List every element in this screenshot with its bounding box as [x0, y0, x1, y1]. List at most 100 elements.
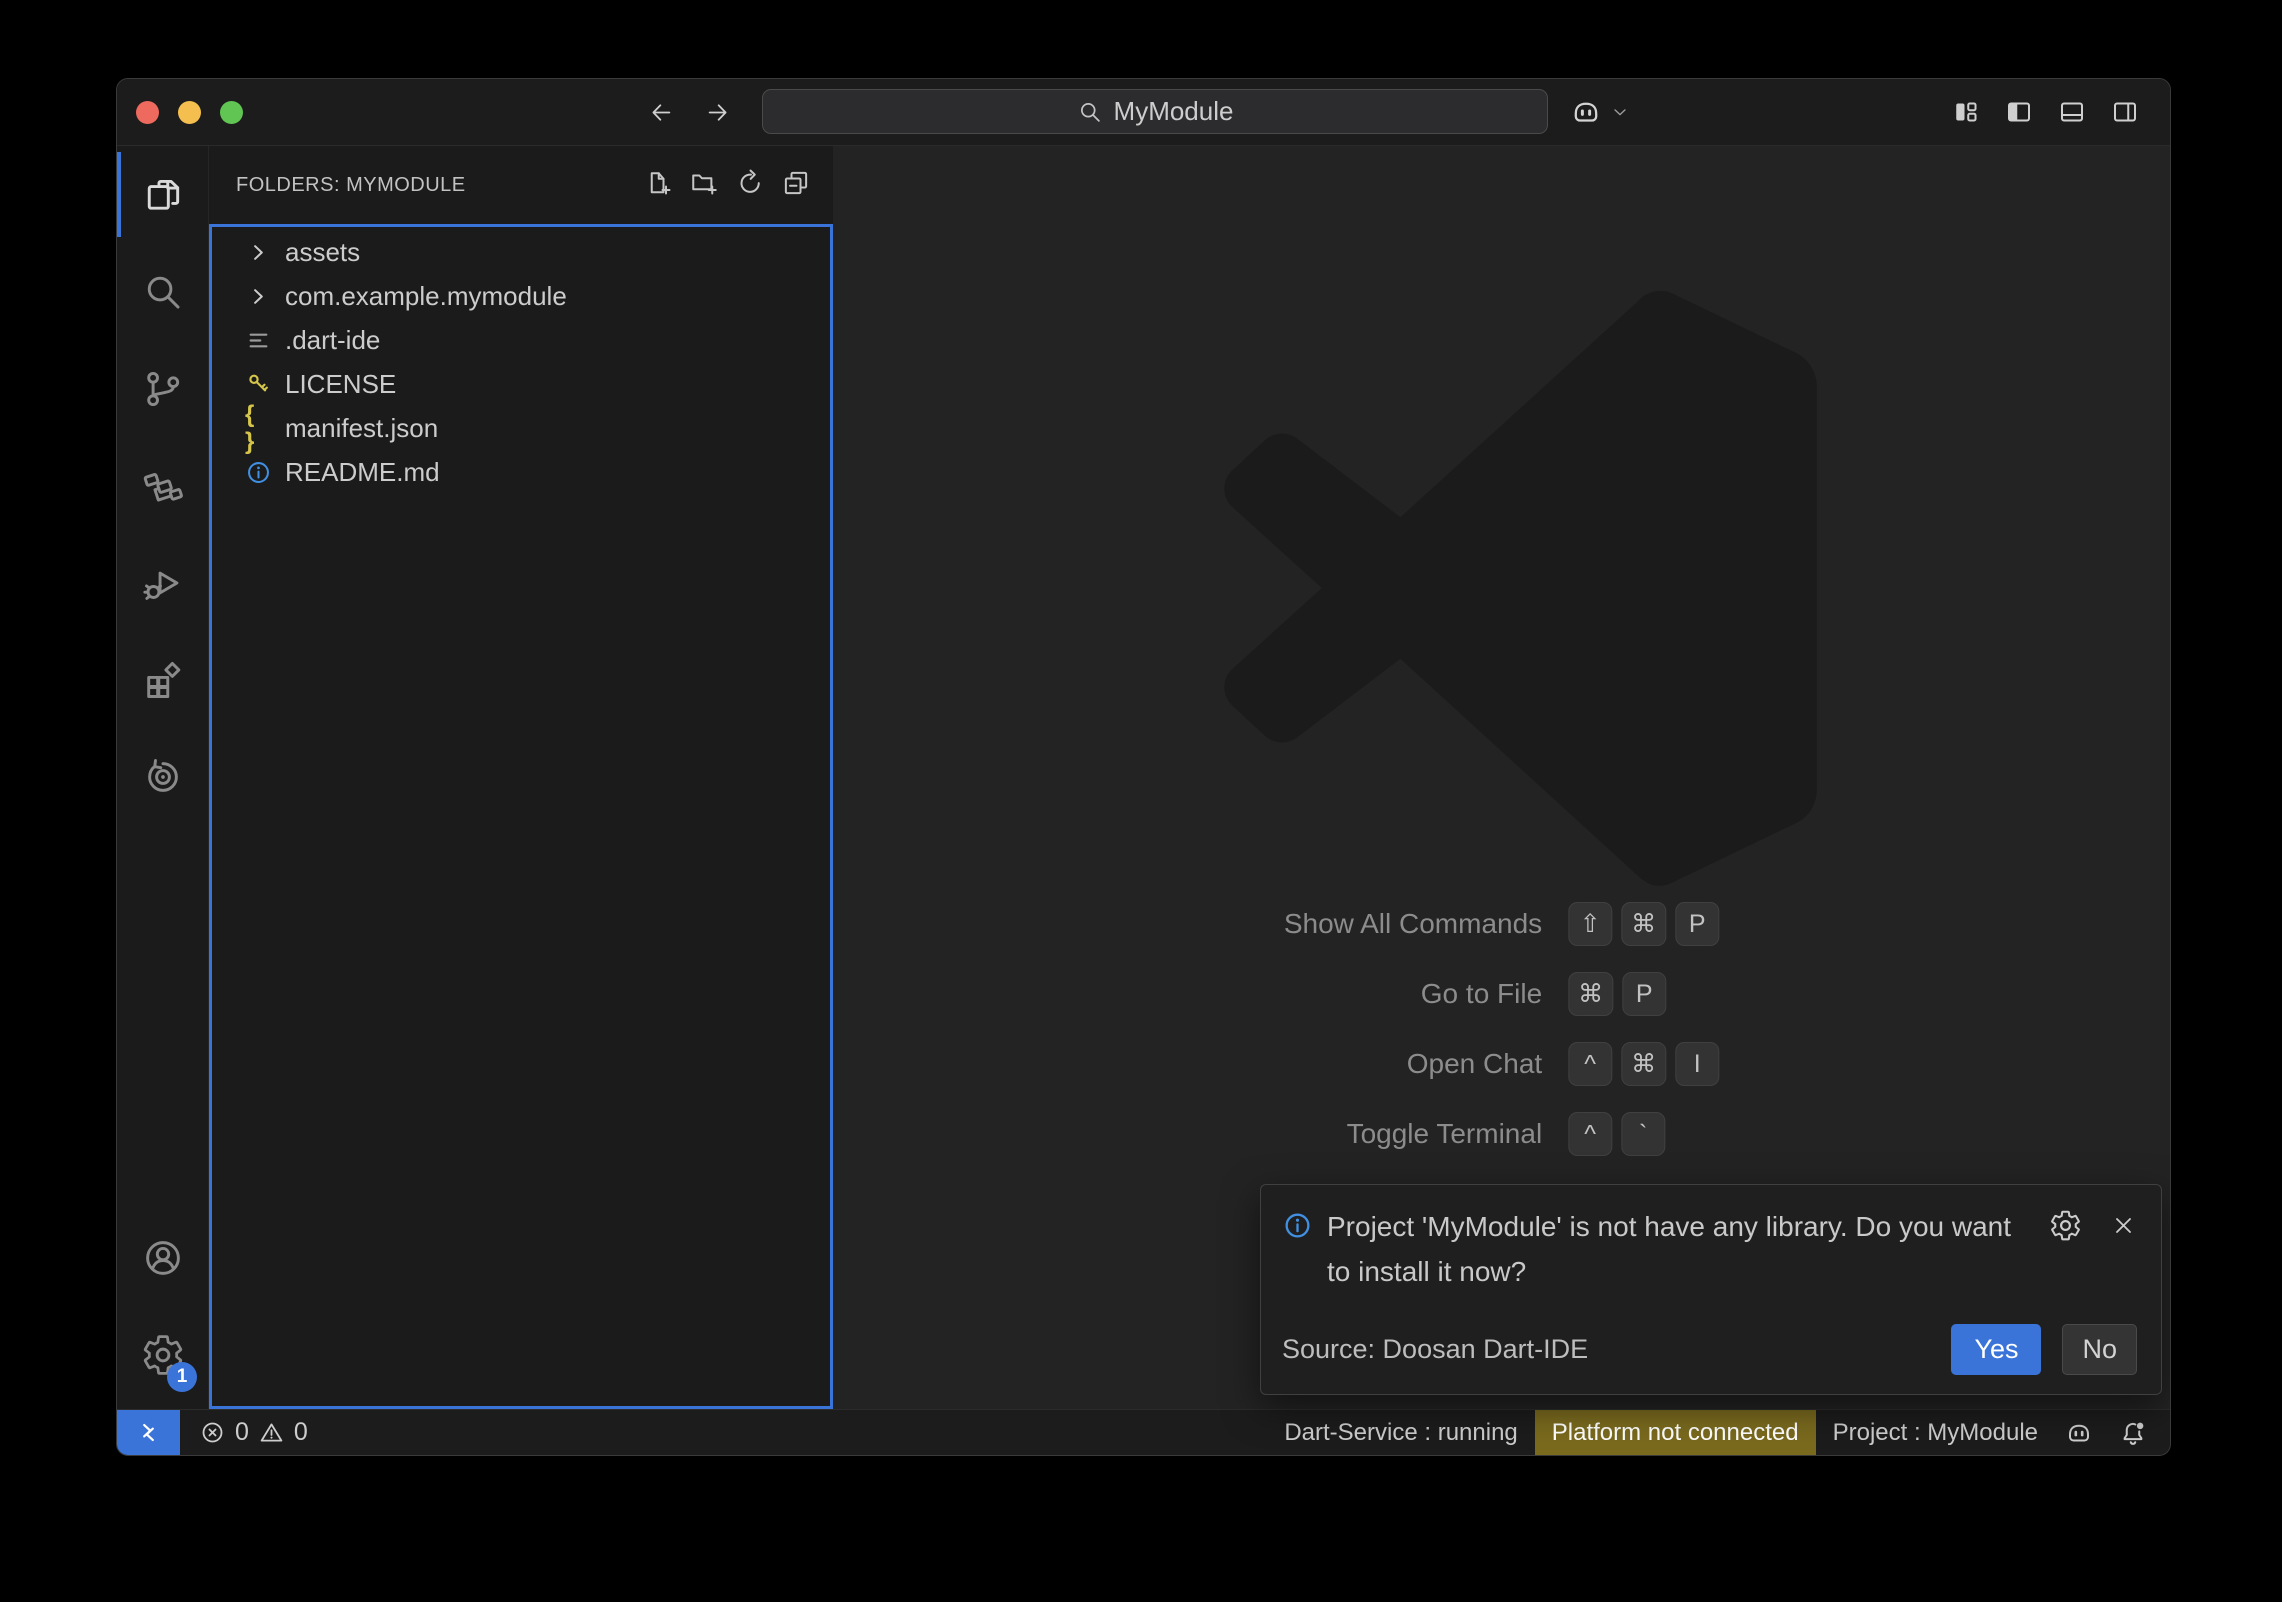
- notification-buttons: Yes No: [1951, 1324, 2137, 1375]
- activity-item-search[interactable]: [117, 243, 208, 340]
- notification-message: Project 'MyModule' is not have any libra…: [1327, 1204, 2035, 1294]
- remote-icon: [135, 1419, 162, 1446]
- info-icon: [245, 459, 272, 486]
- arrow-right-icon: [704, 99, 731, 126]
- no-button[interactable]: No: [2062, 1324, 2137, 1375]
- notification-source: Source: Doosan Dart-IDE: [1282, 1334, 1588, 1365]
- zoom-window-button[interactable]: [220, 101, 243, 124]
- toggle-secondary-sidebar-button[interactable]: [2108, 95, 2142, 129]
- keycap: ⌘: [1621, 902, 1666, 946]
- activity-bar-top: [117, 146, 208, 825]
- copilot-icon: [2064, 1418, 2094, 1448]
- tree-item-README.md[interactable]: README.md: [212, 450, 830, 494]
- arrow-left-icon: [648, 99, 675, 126]
- platform-status[interactable]: Platform not connected: [1535, 1410, 1816, 1455]
- new-folder-button[interactable]: [689, 168, 719, 203]
- customize-layout-button[interactable]: [1949, 95, 1983, 129]
- shortcut-keys: ⇧⌘P: [1568, 902, 1719, 946]
- files-icon: [141, 173, 185, 217]
- notification-toast: Project 'MyModule' is not have any libra…: [1260, 1184, 2162, 1395]
- yes-button[interactable]: Yes: [1951, 1324, 2041, 1375]
- toggle-panel-button[interactable]: [2055, 95, 2089, 129]
- command-center-title: MyModule: [1114, 96, 1234, 127]
- minimize-window-button[interactable]: [178, 101, 201, 124]
- refresh-icon: [735, 168, 765, 198]
- tree-item-label: .dart-ide: [285, 325, 380, 356]
- activity-item-explorer[interactable]: [117, 146, 208, 243]
- activity-item-run-and-debug[interactable]: [117, 534, 208, 631]
- toggle-primary-sidebar-button[interactable]: [2002, 95, 2036, 129]
- tree-item-com.example.mymodule[interactable]: com.example.mymodule: [212, 274, 830, 318]
- warning-count: 0: [294, 1418, 308, 1447]
- search-icon: [1077, 99, 1103, 125]
- command-center-search[interactable]: MyModule: [762, 89, 1548, 134]
- copilot-menu-button[interactable]: [1569, 94, 1630, 130]
- file-tree[interactable]: assets com.example.mymodule .dart-ide LICEN…: [209, 224, 833, 1409]
- error-icon: [199, 1419, 226, 1446]
- ide-window: MyModule 1 FOLDERS: MYMODULE assets com.e…: [116, 78, 2171, 1456]
- new-file-button[interactable]: [643, 168, 673, 203]
- keycap: P: [1675, 902, 1719, 946]
- status-bar-right: Dart-Service : runningPlatform not conne…: [1270, 1410, 2170, 1455]
- list-icon: [245, 327, 272, 354]
- activity-item-source-control[interactable]: [117, 340, 208, 437]
- keycap: P: [1622, 972, 1666, 1016]
- refresh-button[interactable]: [735, 168, 765, 203]
- account-icon: [141, 1236, 185, 1280]
- keycap: I: [1675, 1042, 1719, 1086]
- explorer-header: FOLDERS: MYMODULE: [209, 146, 833, 224]
- traffic-lights: [136, 101, 243, 124]
- editor-area: Show All Commands⇧⌘PGo to File⌘POpen Cha…: [833, 146, 2170, 1409]
- layout-controls: [1949, 95, 2142, 129]
- problems-indicator[interactable]: 0 0: [180, 1410, 327, 1455]
- keycap: ⌘: [1568, 972, 1613, 1016]
- keycap: ^: [1568, 1112, 1612, 1156]
- activity-bar: 1: [117, 146, 209, 1409]
- keycap: ⇧: [1568, 902, 1612, 946]
- key-icon: [245, 371, 272, 398]
- back-button[interactable]: [641, 92, 681, 132]
- tree-item-label: LICENSE: [285, 369, 396, 400]
- explorer-actions: [643, 168, 811, 203]
- tree-item-LICENSE[interactable]: LICENSE: [212, 362, 830, 406]
- remote-indicator[interactable]: [117, 1410, 180, 1455]
- dart-service-status[interactable]: Dart-Service : running: [1270, 1410, 1531, 1455]
- copilot-icon: [1569, 95, 1603, 129]
- forward-button[interactable]: [697, 92, 737, 132]
- panel-left-icon: [2004, 97, 2034, 127]
- activity-item-history[interactable]: [117, 728, 208, 825]
- keycap: ^: [1568, 1042, 1612, 1086]
- gear-icon[interactable]: [2049, 1209, 2082, 1242]
- collapse-all-button[interactable]: [781, 168, 811, 203]
- keycap: ⌘: [1621, 1042, 1666, 1086]
- chevron-down-icon: [1610, 102, 1630, 122]
- tree-item-label: manifest.json: [285, 413, 438, 444]
- tree-item-label: com.example.mymodule: [285, 281, 567, 312]
- copilot-status[interactable]: [2052, 1410, 2106, 1455]
- debug-icon: [141, 561, 185, 605]
- tree-item-manifest.json[interactable]: { }manifest.json: [212, 406, 830, 450]
- titlebar: MyModule: [117, 79, 2170, 146]
- tree-item-label: assets: [285, 237, 360, 268]
- activity-item-tasks[interactable]: [117, 437, 208, 534]
- bell-dot-icon: [2118, 1418, 2148, 1448]
- activity-item-settings[interactable]: 1: [117, 1306, 208, 1403]
- activity-item-accounts[interactable]: [117, 1209, 208, 1306]
- tree-item-.dart-ide[interactable]: .dart-ide: [212, 318, 830, 362]
- new-folder-icon: [689, 168, 719, 198]
- activity-item-extensions[interactable]: [117, 631, 208, 728]
- layout-icon: [1951, 97, 1981, 127]
- project-name[interactable]: Project : MyModule: [1819, 1410, 2052, 1455]
- shortcut-label: Toggle Terminal: [1347, 1118, 1543, 1150]
- close-window-button[interactable]: [136, 101, 159, 124]
- tree-item-assets[interactable]: assets: [212, 230, 830, 274]
- collapse-all-icon: [781, 168, 811, 198]
- extensions-icon: [141, 658, 185, 702]
- notifications-bell[interactable]: [2106, 1410, 2160, 1455]
- chevron-right-icon: [245, 283, 272, 310]
- workbench: 1 FOLDERS: MYMODULE assets com.example.my…: [117, 146, 2170, 1409]
- close-icon[interactable]: [2110, 1212, 2137, 1239]
- keyboard-shortcut-hints: Show All Commands⇧⌘PGo to File⌘POpen Cha…: [1284, 902, 1719, 1156]
- new-file-icon: [643, 168, 673, 198]
- shortcut-label: Show All Commands: [1284, 908, 1542, 940]
